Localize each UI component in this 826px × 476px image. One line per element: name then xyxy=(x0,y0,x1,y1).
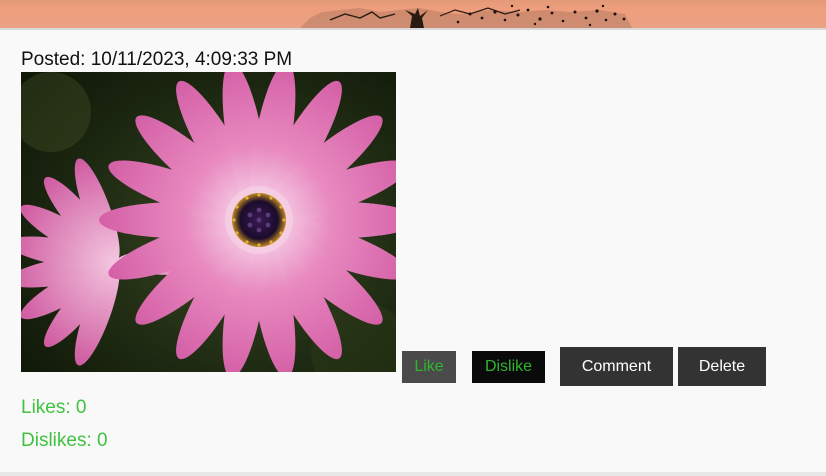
delete-button[interactable]: Delete xyxy=(678,347,766,386)
dislikes-label: Dislikes: xyxy=(21,430,92,451)
likes-label: Likes: xyxy=(21,397,71,418)
dislikes-value: 0 xyxy=(97,430,108,451)
likes-count: Likes: 0 xyxy=(21,397,87,419)
dislike-button[interactable]: Dislike xyxy=(472,351,545,383)
card-bottom-border xyxy=(0,472,826,476)
posted-label: Posted: xyxy=(21,49,86,70)
posted-value: 10/11/2023, 4:09:33 PM xyxy=(90,49,293,70)
post-image xyxy=(21,72,396,372)
post-timestamp: Posted: 10/11/2023, 4:09:33 PM xyxy=(21,49,292,71)
header-banner-image xyxy=(0,0,826,30)
like-button[interactable]: Like xyxy=(402,351,456,383)
comment-button[interactable]: Comment xyxy=(560,347,673,386)
flower-photo-graphic xyxy=(21,72,396,372)
dislikes-count: Dislikes: 0 xyxy=(21,430,108,452)
likes-value: 0 xyxy=(75,397,87,418)
tree-silhouette-graphic xyxy=(300,4,632,28)
